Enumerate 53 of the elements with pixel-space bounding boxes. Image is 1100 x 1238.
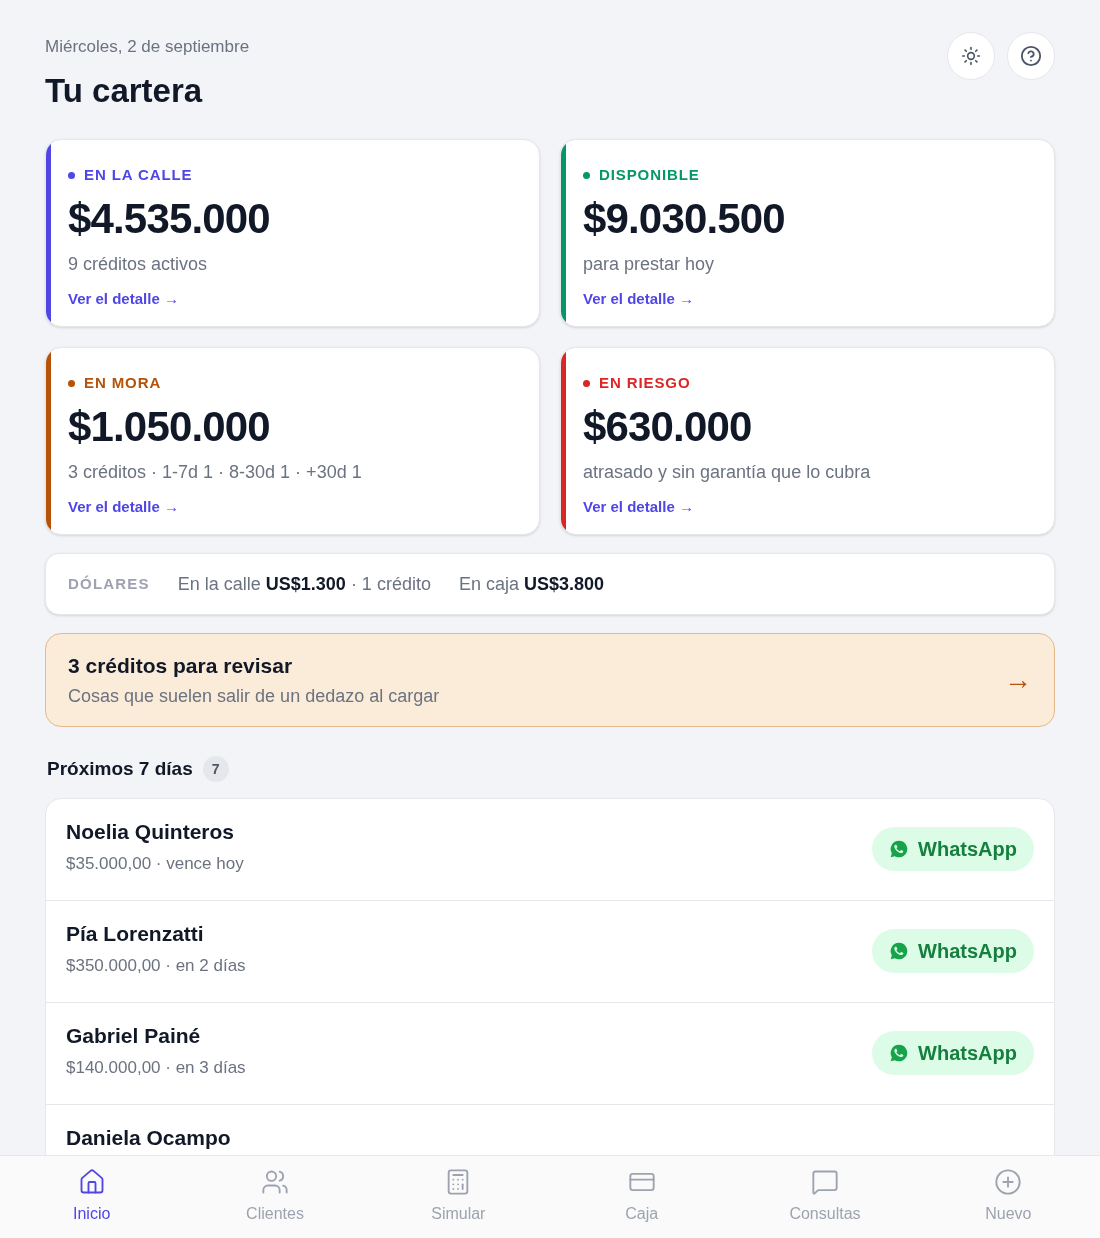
card-note: 3 créditos · 1-7d 1 · 8-30d 1 · +30d 1 — [68, 461, 362, 484]
cash-dollars-text: En caja US$3.800 — [458, 572, 605, 596]
card-amount: $630.000 — [583, 401, 753, 452]
sun-icon — [961, 46, 981, 66]
whatsapp-button[interactable]: WhatsApp — [872, 1031, 1034, 1075]
date-text: Miércoles, 2 de septiembre — [45, 36, 250, 58]
review-title: 3 créditos para revisar — [68, 652, 294, 679]
nav-tab[interactable]: Inicio — [0, 1156, 184, 1238]
card-amount: $4.535.000 — [68, 193, 270, 244]
count-badge: 7 — [202, 756, 229, 783]
client-name: Pía Lorenzatti — [66, 920, 205, 947]
review-subtitle: Cosas que suelen salir de un dedazo al cargar — [68, 685, 440, 709]
card-note: 9 créditos activos — [68, 253, 209, 276]
nav-tab[interactable]: Nuevo — [916, 1156, 1100, 1238]
page-title: Tu cartera — [45, 70, 204, 111]
card-label: EN RIESGO — [599, 373, 691, 393]
whatsapp-button[interactable]: WhatsApp — [872, 929, 1034, 973]
people-icon — [261, 1168, 289, 1196]
arrow-glyph: → — [1004, 663, 1032, 697]
whatsapp-icon — [889, 839, 910, 859]
detail-link[interactable]: Ver el detalle → — [583, 288, 694, 311]
card-amount: $1.050.000 — [68, 401, 271, 452]
nav-tab[interactable]: Simular — [366, 1156, 550, 1238]
due-detail: $140.000,00 · en 3 días — [66, 1056, 246, 1079]
due-detail: $35.000,00 · vence hoy — [66, 852, 244, 875]
card-label: DISPONIBLE — [599, 165, 700, 185]
plus-circle-icon — [994, 1168, 1023, 1196]
client-name: Daniela Ocampo — [66, 1124, 231, 1151]
card-amount: $9.030.500 — [583, 193, 785, 244]
whatsapp-icon — [889, 941, 910, 961]
detail-link[interactable]: Ver el detalle → — [68, 496, 179, 519]
card-note: atrasado y sin garantía que lo cubra — [583, 461, 871, 484]
detail-link[interactable]: Ver el detalle → — [68, 288, 179, 311]
nav-tab[interactable]: Caja — [550, 1156, 734, 1238]
dollars-label: DÓLARES — [68, 573, 150, 594]
card-note: para prestar hoy — [583, 253, 716, 276]
card-label: EN LA CALLE — [84, 165, 193, 185]
review-banner[interactable]: 3 créditos para revisar Cosas que suelen salir de un dedazo al cargar → — [45, 633, 1055, 727]
street-dollars-text: En la calle US$1.300 · 1 crédito — [177, 572, 431, 596]
section-title: Próximos 7 días — [47, 757, 193, 781]
client-name: Gabriel Painé — [66, 1022, 202, 1049]
help-button[interactable] — [1007, 32, 1055, 80]
client-name: Noelia Quinteros — [66, 818, 236, 845]
whatsapp-button[interactable]: WhatsApp — [872, 827, 1034, 871]
nav-tab[interactable]: Consultas — [733, 1156, 917, 1238]
whatsapp-icon — [889, 1043, 910, 1063]
due-detail: $350.000,00 · en 2 días — [66, 954, 246, 977]
card-label: EN MORA — [84, 373, 162, 393]
help-icon — [1020, 45, 1042, 67]
chat-bubble-icon — [811, 1168, 839, 1196]
detail-link[interactable]: Ver el detalle → — [583, 496, 694, 519]
theme-button[interactable] — [947, 32, 995, 80]
nav-tab[interactable]: Clientes — [183, 1156, 367, 1238]
